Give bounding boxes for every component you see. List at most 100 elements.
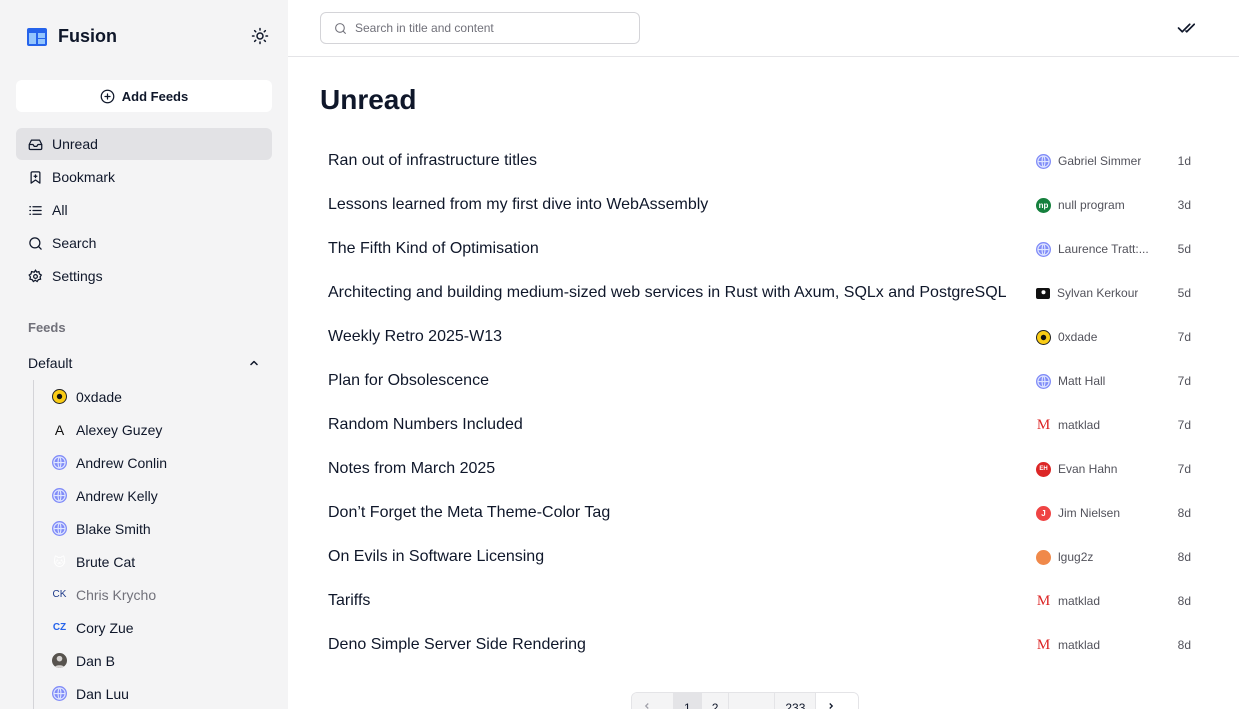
letter-a-favicon-icon: A [54,422,65,437]
article-feed: Gabriel Simmer [1036,153,1161,169]
page-button[interactable]: 233 [775,693,817,709]
feed-item[interactable]: CZ Cory Zue [52,611,272,644]
bookmark-icon [30,170,41,184]
article-row[interactable]: Deno Simple Server Side Rendering M matk… [320,623,1207,667]
article-row[interactable]: Weekly Retro 2025-W13 0xdade 7d [320,315,1207,359]
article-feed-name: Jim Nielsen [1058,506,1121,520]
article-row[interactable]: Notes from March 2025 EH Evan Hahn 7d [320,447,1207,491]
nav-item-label: Bookmark [52,169,116,185]
article-feed: EH Evan Hahn [1036,461,1161,477]
article-feed-name: lgug2z [1058,550,1094,564]
page-button[interactable]: 1 [674,693,702,709]
globe-icon [1036,153,1051,169]
mark-all-read-button[interactable] [1177,19,1197,37]
feed-item-label: Andrew Kelly [76,487,158,504]
article-feed: M matklad [1036,594,1161,609]
article-age: 8d [1177,594,1191,608]
next-page-button[interactable] [816,693,859,709]
feed-item-label: Cory Zue [76,619,134,636]
article-feed-name: Laurence Tratt:... [1058,242,1149,256]
jim-nielsen-favicon-icon: J [1036,505,1051,521]
article-title: Ran out of infrastructure titles [328,152,537,169]
article-row[interactable]: The Fifth Kind of Optimisation Laurence … [320,227,1207,271]
globe-icon [52,455,67,470]
cat-favicon-icon: 🐱 [53,554,66,569]
theme-toggle-button[interactable] [249,25,271,47]
feed-item-label: Dan B [76,652,115,669]
feed-item[interactable]: 0xdade [52,380,272,413]
nav-item-label: Search [52,235,97,251]
feeds-section-header: Feeds [28,320,66,335]
feed-item-label: Dan Luu [76,685,129,702]
article-feed-name: Evan Hahn [1058,462,1118,476]
nav-item-label: All [52,202,68,218]
page-title: Unread [320,84,417,115]
article-age: 5d [1177,286,1191,300]
feed-group-default[interactable]: Default [16,347,272,379]
article-row[interactable]: Architecting and building medium-sized w… [320,271,1207,315]
page-button[interactable]: 2 [701,693,730,709]
feed-item-label: Chris Krycho [76,586,157,603]
plus-circle-icon [100,89,115,103]
matklad-m-favicon-icon: M [1036,637,1051,653]
article-feed: M matklad [1036,638,1161,653]
article-row[interactable]: Tariffs M matklad 8d [320,579,1207,623]
globe-icon [1036,373,1051,389]
feed-item[interactable]: Blake Smith [52,512,272,545]
pirate-flag-favicon-icon [1036,287,1050,299]
page-ellipsis: ... [729,693,776,709]
article-feed-name: Matt Hall [1058,374,1106,388]
feed-item[interactable]: Andrew Kelly [52,479,272,512]
nav-item-bookmark[interactable]: Bookmark [16,161,272,193]
article-row[interactable]: Plan for Obsolescence Matt Hall 7d [320,359,1207,403]
article-title: Plan for Obsolescence [328,372,489,389]
article-feed-name: Sylvan Kerkour [1057,286,1139,300]
feed-item[interactable]: Andrew Conlin [52,446,272,479]
article-row[interactable]: Don’t Forget the Meta Theme-Color Tag J … [320,491,1207,535]
article-age: 1d [1177,154,1191,168]
article-age: 8d [1177,506,1191,520]
fusion-logo-icon [27,27,47,46]
list-icon [29,205,42,215]
globe-icon [1036,241,1051,257]
prev-page-button[interactable] [632,693,674,709]
article-age: 7d [1177,418,1191,432]
article-feed: Sylvan Kerkour [1036,286,1161,300]
globe-icon [52,686,67,701]
cz-favicon-icon: CZ [52,622,67,633]
article-feed-name: matklad [1058,418,1101,432]
search-box[interactable] [320,12,640,44]
sidebar-nav: Unread Bookmark All Search Settings [16,128,272,293]
article-row[interactable]: Lessons learned from my first dive into … [320,183,1207,227]
feed-item[interactable]: Dan Luu [52,677,272,709]
feed-item[interactable]: A Alexey Guzey [52,413,272,446]
feed-item[interactable]: CK Chris Krycho [52,578,272,611]
chevron-left-icon [644,703,649,709]
article-age: 3d [1177,198,1191,212]
nav-item-all[interactable]: All [16,194,272,226]
feed-item-label: Blake Smith [76,520,151,537]
search-input[interactable] [355,21,635,35]
add-feeds-button[interactable]: Add Feeds [16,80,272,112]
nav-item-label: Settings [52,268,103,284]
article-title: Lessons learned from my first dive into … [328,196,709,213]
article-title: The Fifth Kind of Optimisation [328,240,539,257]
article-row[interactable]: On Evils in Software Licensing lgug2z 8d [320,535,1207,579]
article-title: On Evils in Software Licensing [328,548,545,565]
article-row[interactable]: Ran out of infrastructure titles Gabriel… [320,139,1207,183]
double-check-icon [1177,23,1196,33]
article-feed-name: null program [1058,198,1125,212]
nav-item-search[interactable]: Search [16,227,272,259]
article-age: 7d [1177,462,1191,476]
brand[interactable]: Fusion [26,26,117,47]
feed-item-label: Andrew Conlin [76,454,168,471]
nav-item-unread[interactable]: Unread [16,128,272,160]
article-row[interactable]: Random Numbers Included M matklad 7d [320,403,1207,447]
null-program-favicon-icon: np [1036,197,1051,213]
article-age: 8d [1177,638,1191,652]
feed-item[interactable]: Dan B [52,644,272,677]
gear-icon [28,268,43,282]
feed-item[interactable]: 🐱 Brute Cat [52,545,272,578]
article-age: 8d [1177,550,1191,564]
nav-item-settings[interactable]: Settings [16,260,272,292]
